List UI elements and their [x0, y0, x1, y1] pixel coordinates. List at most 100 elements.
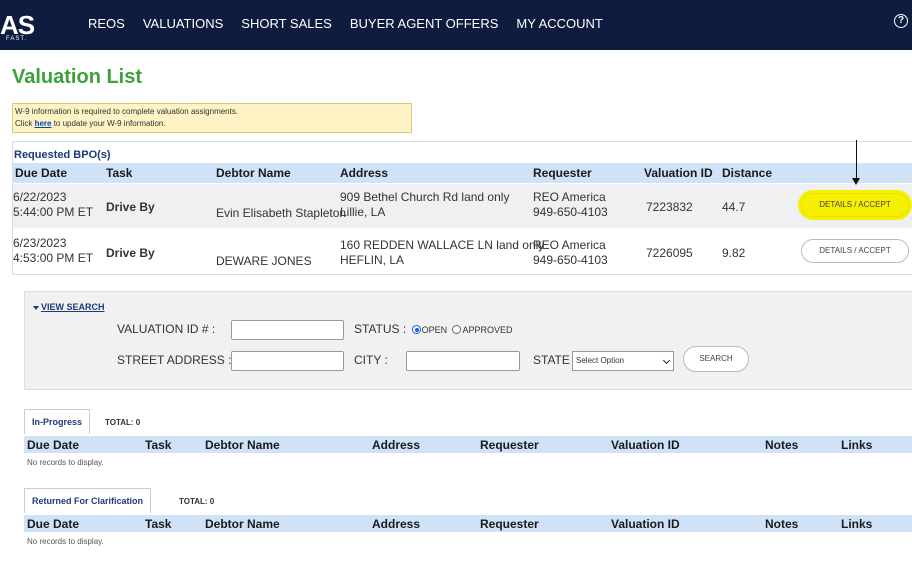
col-notes[interactable]: Notes — [765, 438, 798, 452]
annotation-arrow-head-icon — [852, 178, 860, 185]
requester-phone: 949-650-4103 — [533, 205, 608, 219]
nav-item-valuations[interactable]: VALUATIONS — [143, 16, 223, 31]
status-open-radio[interactable] — [411, 325, 421, 335]
view-search-label: VIEW SEARCH — [41, 302, 105, 312]
task: Drive By — [106, 200, 155, 214]
requested-table-header: Due Date Task Debtor Name Address Reques… — [13, 163, 912, 183]
w9-notice-pre: Click — [15, 119, 35, 128]
app-logo[interactable]: AS FAST. — [0, 6, 36, 44]
col-valuation-id[interactable]: Valuation ID — [611, 438, 680, 452]
due-date-time: 5:44:00 PM ET — [13, 205, 94, 219]
w9-notice-post: to update your W-9 information. — [51, 119, 166, 128]
col-links[interactable]: Links — [841, 438, 872, 452]
state-select[interactable]: Select Option — [572, 351, 674, 371]
valuation-id: 7226095 — [646, 246, 693, 260]
due-date: 6/22/2023 5:44:00 PM ET — [13, 190, 93, 220]
col-debtor-name[interactable]: Debtor Name — [205, 438, 280, 452]
requester-phone: 949-650-4103 — [533, 253, 608, 267]
main-nav: REOS VALUATIONS SHORT SALES BUYER AGENT … — [88, 16, 621, 31]
valuation-id: 7223832 — [646, 200, 693, 214]
status-label: STATUS : — [354, 322, 407, 336]
col-valuation-id[interactable]: Valuation ID — [644, 166, 713, 180]
col-task[interactable]: Task — [145, 438, 171, 452]
col-due-date[interactable]: Due Date — [15, 166, 67, 180]
requester: REO America 949-650-4103 — [533, 238, 608, 268]
logo-subtext: FAST. — [6, 36, 28, 42]
status-approved-label: APPROVED — [462, 325, 513, 335]
returned-empty: No records to display. — [27, 537, 104, 546]
w9-notice: W-9 information is required to complete … — [12, 103, 412, 133]
col-debtor-name[interactable]: Debtor Name — [216, 166, 291, 180]
requester-name: REO America — [533, 190, 606, 204]
requester: REO America 949-650-4103 — [533, 190, 608, 220]
triangle-down-icon — [33, 305, 39, 310]
w9-notice-line1: W-9 information is required to complete … — [15, 107, 239, 116]
debtor-name: DEWARE JONES — [216, 254, 312, 268]
col-address[interactable]: Address — [340, 166, 388, 180]
status-group: STATUS : OPEN APPROVED — [354, 322, 512, 336]
street-address-input[interactable] — [231, 351, 344, 371]
search-panel — [24, 291, 912, 390]
search-button[interactable]: SEARCH — [683, 346, 749, 372]
due-date: 6/23/2023 4:53:00 PM ET — [13, 236, 93, 266]
details-accept-button[interactable]: DETAILS / ACCEPT — [801, 193, 909, 217]
col-valuation-id[interactable]: Valuation ID — [611, 517, 680, 531]
nav-item-buyer-agent-offers[interactable]: BUYER AGENT OFFERS — [350, 16, 499, 31]
debtor-name: Evin Elisabeth Stapleton — [216, 206, 347, 220]
state-select-value: Select Option — [576, 356, 625, 365]
col-due-date[interactable]: Due Date — [27, 438, 79, 452]
nav-item-reos[interactable]: REOS — [88, 16, 125, 31]
col-task[interactable]: Task — [145, 517, 171, 531]
returned-total: TOTAL: 0 — [179, 497, 215, 506]
address-line1: 909 Bethel Church Rd land only — [340, 190, 510, 204]
details-accept-button[interactable]: DETAILS / ACCEPT — [801, 239, 909, 263]
w9-here-link[interactable]: here — [35, 119, 52, 128]
city-label: CITY : — [354, 353, 388, 367]
nav-item-short-sales[interactable]: SHORT SALES — [241, 16, 332, 31]
in-progress-empty: No records to display. — [27, 458, 104, 467]
table-row: 6/23/2023 4:53:00 PM ET Drive By DEWARE J… — [13, 230, 912, 274]
due-date-day: 6/23/2023 — [13, 236, 67, 250]
col-address[interactable]: Address — [372, 438, 420, 452]
col-requester[interactable]: Requester — [480, 517, 539, 531]
valuation-id-input[interactable] — [231, 320, 344, 340]
address-line2: HEFLIN, LA — [340, 253, 405, 267]
address-line1: 160 REDDEN WALLACE LN land only — [340, 238, 545, 252]
in-progress-total: TOTAL: 0 — [105, 418, 141, 427]
col-distance[interactable]: Distance — [722, 166, 772, 180]
distance: 44.7 — [722, 200, 746, 214]
status-approved-radio[interactable] — [452, 325, 462, 335]
street-address-label: STREET ADDRESS : — [117, 353, 232, 367]
col-due-date[interactable]: Due Date — [27, 517, 79, 531]
address: 909 Bethel Church Rd land only Lillie, LA — [340, 190, 509, 220]
returned-table-header: Due Date Task Debtor Name Address Reques… — [24, 515, 912, 532]
w9-notice-line2: Click here to update your W-9 informatio… — [15, 118, 409, 130]
distance: 9.82 — [722, 246, 746, 260]
view-search-toggle[interactable]: VIEW SEARCH — [33, 302, 105, 312]
requested-bpo-title: Requested BPO(s) — [14, 149, 111, 161]
annotation-arrow-line — [856, 140, 857, 182]
tab-in-progress[interactable]: In-Progress — [24, 409, 91, 434]
help-icon[interactable]: ? — [894, 14, 908, 28]
page-title: Valuation List — [12, 66, 143, 88]
due-date-time: 4:53:00 PM ET — [13, 251, 94, 265]
city-input[interactable] — [406, 351, 520, 371]
chevron-down-icon — [662, 356, 671, 365]
address: 160 REDDEN WALLACE LN land only HEFLIN, L… — [340, 238, 544, 268]
in-progress-table-header: Due Date Task Debtor Name Address Reques… — [24, 436, 912, 453]
requester-name: REO America — [533, 238, 606, 252]
col-task[interactable]: Task — [106, 166, 132, 180]
tab-returned-for-clarification[interactable]: Returned For Clarification — [24, 488, 152, 513]
col-address[interactable]: Address — [372, 517, 420, 531]
col-requester[interactable]: Requester — [480, 438, 539, 452]
status-open-label: OPEN — [421, 325, 448, 335]
state-label: STATE : — [533, 353, 577, 367]
col-debtor-name[interactable]: Debtor Name — [205, 517, 280, 531]
task: Drive By — [106, 246, 155, 260]
col-links[interactable]: Links — [841, 517, 872, 531]
nav-item-my-account[interactable]: MY ACCOUNT — [516, 16, 602, 31]
col-notes[interactable]: Notes — [765, 517, 798, 531]
top-navbar: AS FAST. REOS VALUATIONS SHORT SALES BUY… — [0, 0, 912, 50]
col-requester[interactable]: Requester — [533, 166, 592, 180]
due-date-day: 6/22/2023 — [13, 190, 67, 204]
